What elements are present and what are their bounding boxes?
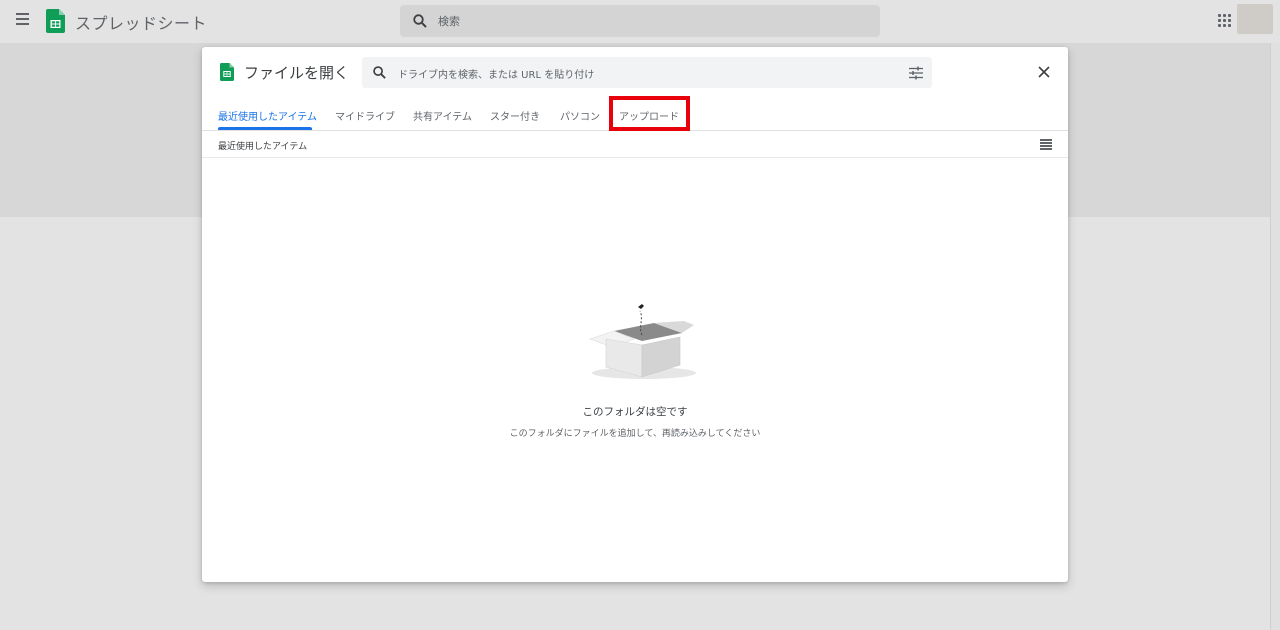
app-name[interactable]: スプレッドシート: [75, 10, 207, 34]
sheets-logo-icon[interactable]: [46, 9, 65, 33]
search-icon: [413, 14, 427, 28]
menu-icon[interactable]: [16, 13, 32, 29]
scrollbar-track: [1270, 43, 1280, 630]
tab-starred[interactable]: スター付き: [490, 108, 540, 123]
tab-my-drive[interactable]: マイドライブ: [335, 108, 395, 123]
breadcrumb-bar: 最近使用したアイテム: [202, 131, 1068, 158]
drive-search-placeholder: ドライブ内を検索、または URL を貼り付け: [398, 70, 595, 81]
tab-computers[interactable]: パソコン: [560, 108, 600, 123]
sheets-logo-icon: [220, 63, 234, 81]
breadcrumb: 最近使用したアイテム: [218, 142, 308, 152]
active-tab-indicator: [218, 127, 312, 130]
top-search-input[interactable]: 検索: [400, 5, 880, 37]
dialog-title: ファイルを開く: [244, 64, 350, 82]
search-icon: [373, 66, 386, 79]
file-open-dialog: ファイルを開く ドライブ内を検索、または URL を貼り付け 最近使用したアイテ…: [202, 47, 1068, 582]
tune-icon[interactable]: [909, 66, 923, 80]
avatar[interactable]: [1237, 4, 1273, 34]
tab-recent[interactable]: 最近使用したアイテム: [218, 108, 317, 123]
close-icon[interactable]: [1037, 65, 1051, 79]
drive-search-input[interactable]: ドライブ内を検索、または URL を貼り付け: [362, 57, 932, 88]
empty-folder-subtitle: このフォルダにファイルを追加して、再読み込みしてください: [509, 429, 761, 439]
apps-grid-icon[interactable]: [1218, 14, 1232, 28]
app-header: スプレッドシート 検索: [0, 0, 1280, 43]
list-view-icon[interactable]: [1040, 138, 1052, 150]
empty-folder-title: このフォルダは空です: [582, 406, 688, 418]
tab-shared[interactable]: 共有アイテム: [413, 108, 472, 123]
upload-tab-highlight: [609, 96, 690, 131]
top-search-placeholder: 検索: [438, 15, 460, 28]
empty-box-illustration: [589, 304, 696, 379]
